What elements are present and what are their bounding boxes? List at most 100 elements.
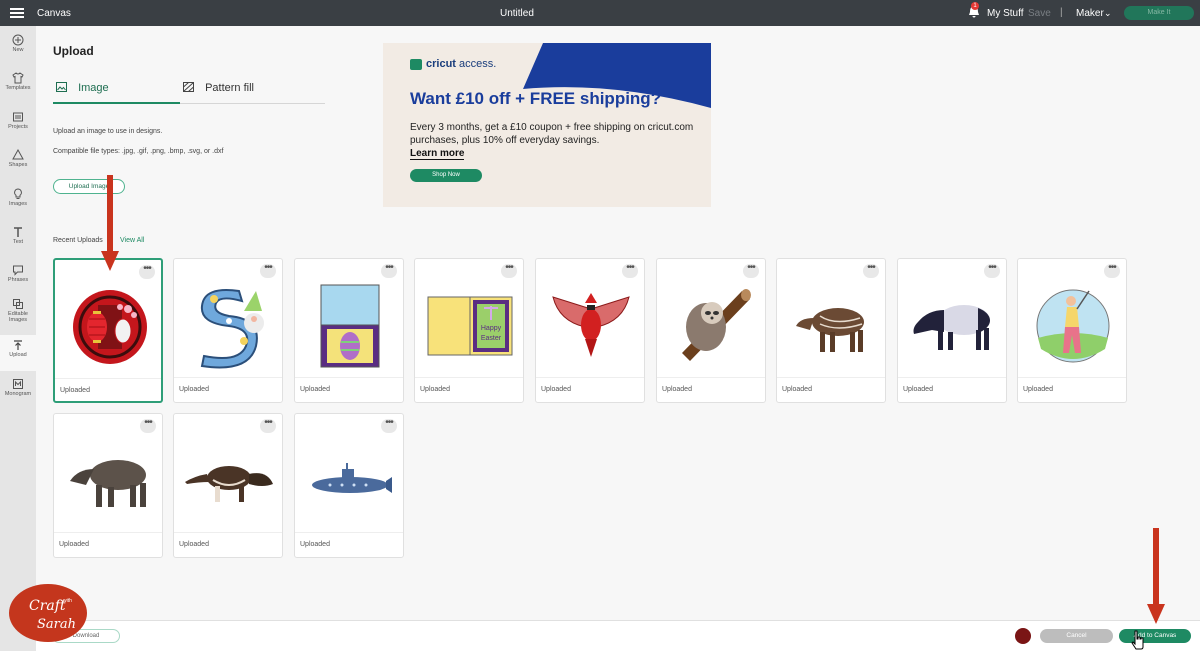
save-button[interactable]: Save: [1028, 8, 1051, 19]
rail-item-phrases[interactable]: Phrases: [0, 260, 36, 296]
card-caption: Uploaded: [60, 387, 90, 394]
more-options-icon[interactable]: •••: [863, 263, 879, 278]
tab-pattern-fill[interactable]: Pattern fill: [183, 82, 254, 94]
recent-uploads-label: Recent Uploads: [53, 237, 103, 244]
tab-label: Image: [78, 82, 109, 94]
sloth-thumbnail: [662, 277, 762, 375]
cancel-button[interactable]: Cancel: [1040, 629, 1113, 643]
more-options-icon[interactable]: •••: [622, 263, 638, 278]
rail-label: Phrases: [7, 277, 29, 283]
cricut-access-logo: cricut access.: [410, 58, 496, 70]
rail-label: Monogram: [4, 391, 32, 397]
more-options-icon[interactable]: •••: [140, 418, 156, 433]
chevron-down-icon[interactable]: ⌄: [1104, 8, 1112, 19]
rail-item-new[interactable]: New: [0, 30, 36, 66]
rail-item-templates[interactable]: Templates: [0, 68, 36, 104]
cricut-access-ad[interactable]: cricut access. Want £10 off + FREE shipp…: [383, 43, 711, 207]
card-caption: Uploaded: [179, 541, 209, 548]
svg-text:Sarah: Sarah: [37, 617, 76, 632]
upload-card[interactable]: ••• Uploaded: [53, 258, 163, 403]
upload-card[interactable]: ••• Uploaded: [1017, 258, 1127, 403]
svg-text:Craft: Craft: [29, 598, 66, 614]
upload-card[interactable]: ••• Uploaded: [173, 258, 283, 403]
more-options-icon[interactable]: •••: [381, 418, 397, 433]
upload-card[interactable]: ••• Uploaded: [776, 258, 886, 403]
more-options-icon[interactable]: •••: [984, 263, 1000, 278]
document-title[interactable]: Untitled: [500, 8, 534, 19]
rail-item-upload[interactable]: Upload: [0, 335, 36, 371]
craft-with-sarah-watermark: Craft with Sarah: [9, 584, 87, 642]
svg-text:Happy: Happy: [481, 325, 502, 332]
upload-card[interactable]: ••• Uploaded: [173, 413, 283, 558]
learn-more-link[interactable]: Learn more: [410, 148, 465, 160]
shop-now-button[interactable]: Shop Now: [410, 169, 482, 182]
rail-label: Templates: [5, 85, 31, 91]
page-title: Upload: [53, 44, 94, 58]
speech-bubble-icon: [13, 265, 23, 276]
baby-tapir-thumbnail: [782, 277, 882, 375]
anteater-thumbnail: [179, 432, 279, 530]
more-options-icon[interactable]: •••: [260, 418, 276, 433]
upload-card[interactable]: ••• Uploaded: [656, 258, 766, 403]
card-divider: [1018, 377, 1126, 378]
card-caption: Uploaded: [782, 386, 812, 393]
card-divider: [174, 377, 282, 378]
upload-card[interactable]: ••• Uploaded: [53, 413, 163, 558]
make-it-button[interactable]: Make It: [1124, 6, 1194, 20]
upload-card[interactable]: ••• Uploaded: [535, 258, 645, 403]
rail-item-images[interactable]: Images: [0, 184, 36, 220]
plus-circle-icon: [12, 34, 24, 46]
card-caption: Uploaded: [59, 541, 89, 548]
tab-active-indicator: [53, 102, 180, 104]
rail-item-editable-images[interactable]: Editable Images: [0, 294, 36, 334]
annotation-arrow-down-icon: [101, 175, 119, 271]
hand-cursor-icon: [1131, 630, 1144, 650]
pattern-icon: [183, 82, 194, 92]
text-icon: [14, 227, 22, 237]
upload-card[interactable]: ••• Uploaded: [294, 413, 404, 558]
machine-selector[interactable]: Maker: [1076, 8, 1104, 19]
rail-label: Images: [8, 201, 28, 207]
card-caption: Uploaded: [662, 386, 692, 393]
hamburger-menu-icon[interactable]: [10, 6, 24, 20]
monogram-icon: [13, 379, 23, 389]
card-divider: [777, 377, 885, 378]
rail-label: Text: [12, 239, 24, 245]
tab-image[interactable]: Image: [56, 82, 109, 94]
top-bar: Canvas Untitled 1 My Stuff Save | Maker …: [0, 0, 1200, 26]
app-title: Canvas: [37, 8, 71, 19]
more-options-icon[interactable]: •••: [139, 264, 155, 279]
cricut-logo-icon: [410, 58, 422, 70]
card-divider: [536, 377, 644, 378]
card-caption: Uploaded: [300, 541, 330, 548]
card-caption: Uploaded: [541, 386, 571, 393]
rail-item-monogram[interactable]: Monogram: [0, 374, 36, 410]
more-options-icon[interactable]: •••: [1104, 263, 1120, 278]
rail-label: Upload: [9, 352, 27, 358]
rail-item-text[interactable]: Text: [0, 222, 36, 258]
file-types-note: Compatible file types: .jpg, .gif, .png,…: [53, 148, 224, 155]
more-options-icon[interactable]: •••: [501, 263, 517, 278]
svg-text:with: with: [63, 598, 72, 604]
upload-card[interactable]: ••• Uploaded: [897, 258, 1007, 403]
my-stuff-link[interactable]: My Stuff: [987, 8, 1024, 19]
card-caption: Uploaded: [903, 386, 933, 393]
ad-body: Every 3 months, get a £10 coupon + free …: [410, 122, 694, 146]
add-to-canvas-button[interactable]: Add to Canvas: [1119, 629, 1191, 643]
rail-item-shapes[interactable]: Shapes: [0, 145, 36, 181]
easter-card-thumbnail: [300, 277, 400, 375]
upload-card[interactable]: ••• Uploaded: [294, 258, 404, 403]
upload-card[interactable]: ••• Happy Easter Uploaded: [414, 258, 524, 403]
card-divider: [295, 377, 403, 378]
rail-label: Editable Images: [8, 311, 28, 323]
card-divider: [898, 377, 1006, 378]
more-options-icon[interactable]: •••: [381, 263, 397, 278]
upload-icon: [14, 340, 22, 350]
view-all-link[interactable]: View All: [120, 237, 144, 244]
more-options-icon[interactable]: •••: [260, 263, 276, 278]
rail-label: New: [12, 47, 24, 53]
rail-item-projects[interactable]: Projects: [0, 107, 36, 143]
card-divider: [295, 532, 403, 533]
more-options-icon[interactable]: •••: [743, 263, 759, 278]
card-caption: Uploaded: [420, 386, 450, 393]
